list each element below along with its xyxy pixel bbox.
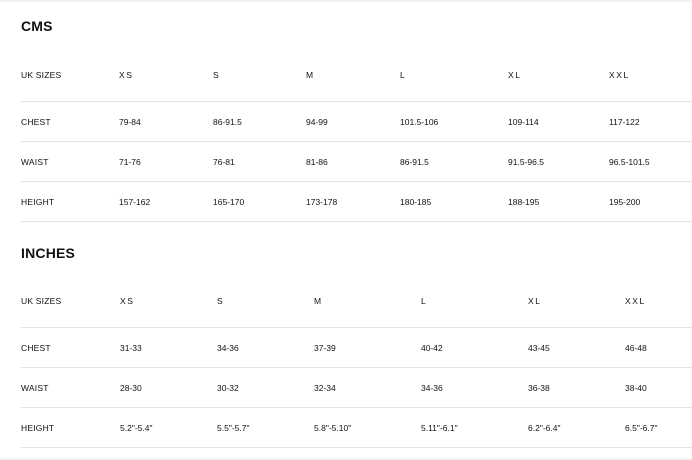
cell-value: 109-114 [508, 101, 609, 142]
cell-value: 117-122 [609, 101, 692, 142]
cell-value: 6.5"-6.7" [625, 407, 692, 448]
cms-heading: CMS [21, 18, 53, 34]
cell-value: 91.5-96.5 [508, 141, 609, 182]
row-label-height: HEIGHT [21, 181, 119, 222]
cell-value: 86-91.5 [400, 141, 508, 182]
size-header-s: S [217, 274, 314, 328]
cell-value: 188-195 [508, 181, 609, 222]
size-header-l: L [400, 48, 508, 102]
cell-value: 36-38 [528, 367, 625, 408]
cell-value: 34-36 [421, 367, 528, 408]
size-header-xl: XL [508, 48, 609, 102]
row-label-chest: CHEST [21, 327, 120, 368]
cell-value: 81-86 [306, 141, 400, 182]
cell-value: 34-36 [217, 327, 314, 368]
cms-chest-row: CHEST 79-84 86-91.5 94-99 101.5-106 109-… [21, 101, 692, 142]
uk-sizes-header: UK SIZES [21, 274, 120, 328]
row-label-height: HEIGHT [21, 407, 120, 448]
cell-value: 71-76 [119, 141, 213, 182]
cms-height-row: HEIGHT 157-162 165-170 173-178 180-185 1… [21, 181, 692, 222]
cell-value: 6.2"-6.4" [528, 407, 625, 448]
cell-value: 157-162 [119, 181, 213, 222]
cell-value: 32-34 [314, 367, 421, 408]
cell-value: 30-32 [217, 367, 314, 408]
inches-height-row: HEIGHT 5.2"-5.4" 5.5"-5.7" 5.8"-5.10" 5.… [21, 407, 692, 448]
size-header-xxl: XXL [609, 48, 692, 102]
size-header-xs: XS [119, 48, 213, 102]
size-header-m: M [306, 48, 400, 102]
row-label-chest: CHEST [21, 101, 119, 142]
uk-sizes-header: UK SIZES [21, 48, 119, 102]
cms-size-table: UK SIZES XS S M L XL XXL CHEST 79-84 86-… [21, 48, 692, 222]
cell-value: 180-185 [400, 181, 508, 222]
cell-value: 37-39 [314, 327, 421, 368]
cell-value: 86-91.5 [213, 101, 306, 142]
row-label-waist: WAIST [21, 367, 120, 408]
cms-header-row: UK SIZES XS S M L XL XXL [21, 48, 692, 102]
row-label-waist: WAIST [21, 141, 119, 182]
cell-value: 38-40 [625, 367, 692, 408]
inches-heading: INCHES [21, 245, 76, 261]
inches-chest-row: CHEST 31-33 34-36 37-39 40-42 43-45 46-4… [21, 327, 692, 368]
cell-value: 79-84 [119, 101, 213, 142]
cell-value: 5.5"-5.7" [217, 407, 314, 448]
size-header-m: M [314, 274, 421, 328]
inches-size-table: UK SIZES XS S M L XL XXL CHEST 31-33 34-… [21, 274, 692, 448]
cell-value: 28-30 [120, 367, 217, 408]
cell-value: 43-45 [528, 327, 625, 368]
size-header-xl: XL [528, 274, 625, 328]
cell-value: 5.2"-5.4" [120, 407, 217, 448]
cell-value: 195-200 [609, 181, 692, 222]
cell-value: 96.5-101.5 [609, 141, 692, 182]
cell-value: 94-99 [306, 101, 400, 142]
cell-value: 173-178 [306, 181, 400, 222]
size-header-s: S [213, 48, 306, 102]
size-header-xs: XS [120, 274, 217, 328]
cell-value: 101.5-106 [400, 101, 508, 142]
size-guide-page: CMS UK SIZES XS S M L XL XXL CHEST 79-84… [0, 0, 692, 460]
cell-value: 40-42 [421, 327, 528, 368]
cell-value: 5.11"-6.1" [421, 407, 528, 448]
size-header-xxl: XXL [625, 274, 692, 328]
inches-waist-row: WAIST 28-30 30-32 32-34 34-36 36-38 38-4… [21, 367, 692, 408]
cell-value: 5.8"-5.10" [314, 407, 421, 448]
inches-header-row: UK SIZES XS S M L XL XXL [21, 274, 692, 328]
cell-value: 165-170 [213, 181, 306, 222]
cell-value: 46-48 [625, 327, 692, 368]
cell-value: 76-81 [213, 141, 306, 182]
cell-value: 31-33 [120, 327, 217, 368]
size-header-l: L [421, 274, 528, 328]
cms-waist-row: WAIST 71-76 76-81 81-86 86-91.5 91.5-96.… [21, 141, 692, 182]
